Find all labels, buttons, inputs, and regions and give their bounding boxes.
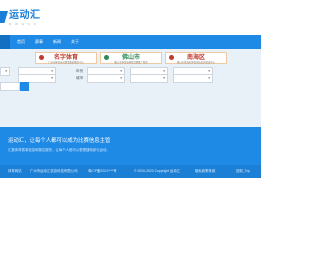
banner-1[interactable]: 名字体育 广州市体育运动赛事组织服务中心 xyxy=(35,52,97,64)
info-band xyxy=(0,127,261,165)
banner-1-title: 名字体育 xyxy=(53,54,78,61)
search-input[interactable] xyxy=(0,82,20,91)
footer-icp[interactable]: 粤ICP备2021****号 xyxy=(88,165,117,178)
footer-link-privacy[interactable]: 隐私政策条款 xyxy=(195,165,215,178)
banner-2-subtitle: 佛山市体育局体育竞赛推广服务 xyxy=(114,61,148,64)
chevron-down-icon: ▾ xyxy=(51,76,53,80)
header: 运动汇 D W H C C xyxy=(0,0,261,34)
nav-item-events[interactable]: 赛事 xyxy=(32,35,46,49)
search-button[interactable] xyxy=(20,82,29,91)
nav-item-home[interactable]: 首页 xyxy=(14,35,28,49)
filter-select-9[interactable]: ▾ xyxy=(130,74,168,83)
banner-3-title: 南海区 xyxy=(186,54,205,61)
footer-company: 广州市运动汇信息科技有限公司 xyxy=(30,169,78,173)
banner-3-subtitle: 佛山市南海区体育竞技运动促进中心 xyxy=(176,61,216,64)
logo-text[interactable]: 运动汇 xyxy=(9,10,41,22)
banner-1-subtitle: 广州市体育运动赛事组织服务中心 xyxy=(48,61,84,64)
nav-item-news[interactable]: 新闻 xyxy=(50,35,64,49)
footer-copyright: © 2020-2023 Copyright 运动汇 xyxy=(134,169,181,173)
filter-label-city: 城市 xyxy=(76,76,84,80)
nav-item-active[interactable] xyxy=(0,35,10,49)
banner-2-title: 佛山市 xyxy=(121,54,140,61)
band-description: 汇集体育赛事信息和报名服务，让每个人都可以更便捷地参与运动。 xyxy=(8,148,110,152)
band-title: 运动汇，让每个人都可以成为比赛信息主管 xyxy=(8,138,111,144)
footer-link-sports[interactable]: 体育网站 xyxy=(8,165,22,178)
chevron-down-icon: ▾ xyxy=(163,76,165,80)
chevron-down-icon: ▾ xyxy=(5,69,7,73)
footer-link-top[interactable]: 回到_Top xyxy=(236,165,250,178)
logo-icon xyxy=(0,11,8,23)
chevron-down-icon: ▾ xyxy=(120,76,122,80)
logo-subtitle: D W H C C xyxy=(9,22,38,26)
main-nav: 首页 赛事 新闻 关于 xyxy=(0,35,261,49)
filter-select-1[interactable]: ▾ xyxy=(0,67,10,76)
banner-3[interactable]: 南海区 佛山市南海区体育竞技运动促进中心 xyxy=(165,52,227,64)
chevron-down-icon: ▾ xyxy=(208,76,210,80)
filter-select-city[interactable]: ▾ xyxy=(87,74,125,83)
banner-2[interactable]: 佛山市 佛山市体育局体育竞赛推广服务 xyxy=(100,52,162,64)
nav-item-about[interactable]: 关于 xyxy=(68,35,82,49)
footer: 体育网站 广州市运动汇信息科技有限公司 粤ICP备2021****号 © 202… xyxy=(0,165,261,178)
filter-select-10[interactable]: ▾ xyxy=(173,74,213,83)
